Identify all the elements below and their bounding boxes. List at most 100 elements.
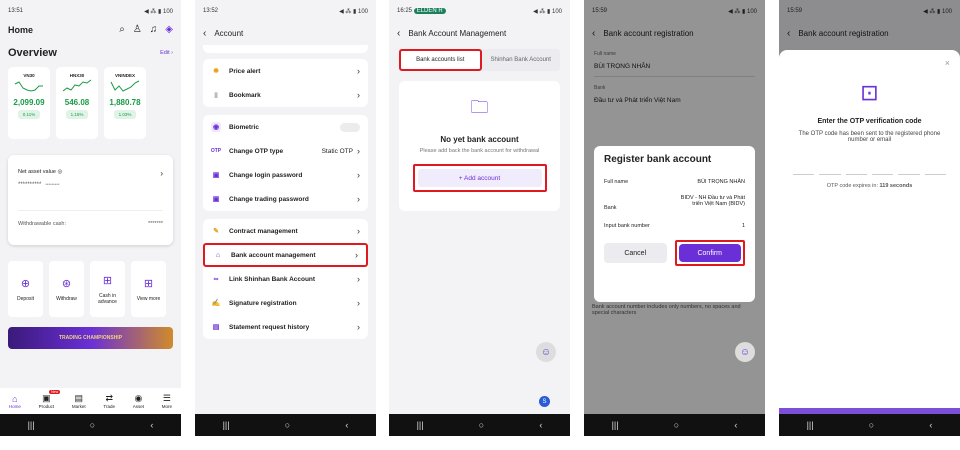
biometric-icon: ◉ [211, 122, 221, 132]
promo-banner[interactable]: TRADING CHAMPIONSHIP [8, 327, 173, 349]
bank-account-management-item[interactable]: ⌂ Bank account management › [203, 243, 368, 267]
otp-expiry: OTP code expires in: 119 seconds [826, 183, 913, 189]
withdraw-button[interactable]: ⊛ Withdraw [49, 261, 84, 317]
status-icons: ◀ ⁂ ▮ 100 [144, 8, 173, 15]
withdrawable-mask: ******* [148, 221, 163, 227]
chevron-right-icon: › [357, 298, 360, 308]
tab-shinhan-bank-account[interactable]: Shinhan Bank Account [482, 49, 561, 71]
bell-icon[interactable]: ♫ [150, 24, 158, 35]
back-arrow-icon[interactable]: ‹ [397, 28, 400, 39]
bottom-tab-bar: ⌂ Home ▣ Product New ▤ Market ⇄ Trade ◉ Asset … [0, 388, 181, 414]
mascot-icon[interactable]: ◈ [165, 24, 173, 35]
back-nav-icon[interactable]: ‹ [150, 420, 153, 430]
confirm-button[interactable]: Confirm [678, 244, 741, 262]
index-card-vn30[interactable]: VN30 2,099.09 0.11% [8, 67, 50, 139]
price-alert-icon: ✹ [213, 68, 219, 75]
contract-management-item[interactable]: ✎ Contract management › [203, 219, 368, 243]
tab-home[interactable]: ⌂ Home [9, 394, 21, 409]
empty-title: No yet bank account [440, 135, 519, 144]
view-more-button[interactable]: ⊞ View more [131, 261, 166, 317]
recent-apps-icon[interactable]: ||| [223, 420, 230, 430]
modal-bank-label: Bank [604, 205, 617, 211]
bookmark-item[interactable]: ▮ Bookmark › [203, 83, 368, 107]
otp-digit-input[interactable] [819, 165, 841, 175]
otp-digit-input[interactable] [845, 165, 867, 175]
tab-more[interactable]: ☰ More [162, 393, 172, 409]
back-nav-icon[interactable]: ‹ [929, 420, 932, 430]
back-nav-icon[interactable]: ‹ [734, 420, 737, 430]
tab-asset[interactable]: ◉ Asset [133, 393, 144, 409]
chevron-right-icon: › [357, 146, 360, 156]
tab-trade[interactable]: ⇄ Trade [103, 393, 115, 409]
back-nav-icon[interactable]: ‹ [345, 420, 348, 430]
biometric-item[interactable]: ◉ Biometric [203, 115, 368, 139]
android-nav-bar: ||| ○ ‹ [779, 414, 960, 436]
search-icon[interactable]: ⌕ [119, 24, 125, 35]
android-nav-bar: ||| ○ ‹ [0, 414, 181, 436]
net-asset-card[interactable]: Net asset value ◎ › ********** *********… [8, 155, 173, 245]
cancel-button[interactable]: Cancel [604, 243, 667, 263]
home-nav-icon[interactable]: ○ [90, 420, 95, 430]
home-nav-icon[interactable]: ○ [285, 420, 290, 430]
shinhan-logo-icon[interactable]: S [539, 396, 550, 407]
index-card-hnx30[interactable]: HNX30 546.08 1.15% [56, 67, 98, 139]
user-icon[interactable]: ♙ [133, 24, 142, 35]
tab-bank-accounts-list[interactable]: Bank accounts list [399, 49, 482, 71]
modal-input-value: 1 [741, 223, 745, 229]
add-account-button[interactable]: + Add account [417, 169, 542, 187]
link-shinhan-item[interactable]: ∞ Link Shinhan Bank Account › [203, 267, 368, 291]
tab-market[interactable]: ▤ Market [72, 393, 86, 409]
close-icon[interactable]: × [789, 58, 950, 68]
tab-product[interactable]: ▣ Product New [39, 390, 61, 409]
chevron-right-icon: › [357, 194, 360, 204]
recent-apps-icon[interactable]: ||| [612, 420, 619, 430]
quick-actions: ⊕ Deposit ⊛ Withdraw ⊞ Cash in advance ⊞ Vie… [0, 261, 181, 317]
otp-digit-input[interactable] [793, 165, 815, 175]
status-time: 13:52 [203, 8, 219, 14]
confirm-highlight: Confirm [674, 240, 745, 266]
modal-fullname-label: Full name [604, 179, 629, 185]
recent-apps-icon[interactable]: ||| [417, 420, 424, 430]
sparkline [14, 81, 43, 92]
biometric-toggle[interactable] [340, 122, 360, 132]
trade-icon: ⇄ [105, 393, 113, 403]
change-otp-item[interactable]: OTP Change OTP type Static OTP › [203, 139, 368, 163]
chevron-right-icon: › [357, 322, 360, 332]
home-nav-icon[interactable]: ○ [869, 420, 874, 430]
register-bank-modal: Register bank account Full name BÙI TRỌN… [594, 146, 755, 302]
cash-advance-icon: ⊞ [102, 274, 113, 287]
chevron-right-icon[interactable]: › [160, 169, 163, 178]
sparkline [110, 80, 140, 92]
cash-advance-button[interactable]: ⊞ Cash in advance [90, 261, 125, 317]
home-nav-icon[interactable]: ○ [674, 420, 679, 430]
change-login-password-item[interactable]: ▣ Change login password › [203, 163, 368, 187]
chatbot-icon[interactable]: ☺ [536, 342, 556, 362]
chatbot-icon[interactable]: ☺ [735, 342, 755, 362]
otp-digit-input[interactable] [871, 165, 894, 175]
back-nav-icon[interactable]: ‹ [539, 420, 542, 430]
index-card-vnindex[interactable]: VNINDEX 1,880.78 1.03% [104, 67, 146, 139]
otp-digit-input[interactable] [924, 165, 946, 175]
home-nav-icon[interactable]: ○ [479, 420, 484, 430]
price-alert-item[interactable]: ✹ Price alert › [203, 59, 368, 83]
deposit-button[interactable]: ⊕ Deposit [8, 261, 43, 317]
statement-request-item[interactable]: ▤ Statement request history › [203, 315, 368, 339]
view-more-icon: ⊞ [143, 277, 154, 290]
status-time: 13:51 [8, 8, 24, 14]
otp-icon: OTP [210, 148, 222, 154]
signature-registration-item[interactable]: ✍ Signature registration › [203, 291, 368, 315]
otp-digit-input[interactable] [898, 165, 920, 175]
recent-apps-icon[interactable]: ||| [28, 420, 35, 430]
change-trading-password-item[interactable]: ▣ Change trading password › [203, 187, 368, 211]
empty-state-card: 🗀 No yet bank account Please add back th… [399, 81, 560, 211]
eye-icon[interactable]: ◎ [57, 169, 62, 175]
modal-input-label: Input bank number [604, 223, 650, 229]
back-arrow-icon[interactable]: ‹ [203, 28, 206, 39]
recent-apps-icon[interactable]: ||| [807, 420, 814, 430]
home-icon: ⌂ [12, 393, 18, 404]
page-title: Bank Account Management [408, 29, 507, 38]
status-bar: 16:25 ELDEN R ◀ ⁂ ▮ 100 [389, 0, 570, 22]
home-screen: 13:51 ◀ ⁂ ▮ 100 Home ⌕ ♙ ♫ ◈ Overview Ed… [0, 0, 181, 436]
bank-account-registration-screen: 15:59 ◀ ⁂ ▮ 100 ‹ Bank account registrat… [584, 0, 765, 436]
edit-link[interactable]: Edit › [160, 50, 173, 56]
